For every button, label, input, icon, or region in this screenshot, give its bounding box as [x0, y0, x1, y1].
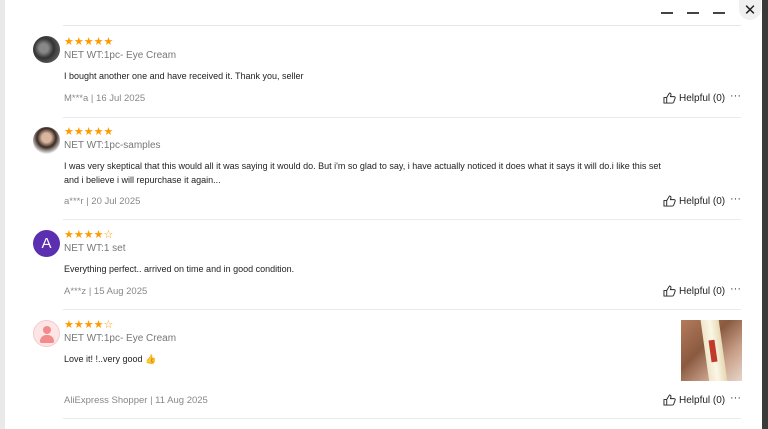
default-avatar-icon: [43, 326, 51, 334]
close-button[interactable]: ✕: [739, 0, 761, 20]
helpful-button[interactable]: Helpful (0): [663, 195, 725, 207]
divider: [63, 418, 741, 419]
backdrop-overlay: [762, 0, 768, 429]
avatar: [33, 127, 60, 154]
partial-icon: [661, 6, 673, 14]
more-options-button[interactable]: ···: [730, 283, 741, 295]
review-text: Everything perfect.. arrived on time and…: [64, 264, 295, 274]
helpful-label: Helpful (0): [679, 92, 726, 104]
star-rating: ★★★★☆: [64, 320, 113, 331]
thumbs-up-icon: [663, 195, 676, 207]
review-text: Love it! !..very good 👍: [64, 354, 157, 364]
partial-icon: [687, 6, 699, 14]
review-meta: AliExpress Shopper | 11 Aug 2025: [64, 395, 208, 406]
review-text: I was very skeptical that this would all…: [64, 161, 661, 185]
review-meta: A***z | 15 Aug 2025: [64, 286, 148, 297]
divider: [63, 309, 741, 310]
thumbs-up-icon: [663, 394, 676, 406]
stars-empty: ☆: [103, 319, 114, 331]
star-rating: ★★★★☆: [64, 230, 113, 241]
default-avatar-icon: [40, 335, 54, 343]
thumbs-up-icon: [663, 285, 676, 297]
avatar: A: [33, 230, 60, 257]
more-options-button[interactable]: ···: [730, 392, 741, 404]
product-variant: NET WT:1pc- Eye Cream: [64, 333, 177, 344]
review-photo[interactable]: [681, 320, 742, 381]
top-partial-actions: [661, 4, 725, 16]
helpful-button[interactable]: Helpful (0): [663, 285, 725, 297]
helpful-label: Helpful (0): [679, 195, 726, 207]
stars-filled: ★★★★: [64, 229, 104, 241]
thumbs-up-icon: [663, 92, 676, 104]
more-options-button[interactable]: ···: [730, 90, 741, 102]
product-variant: NET WT:1pc-samples: [64, 140, 161, 151]
helpful-button[interactable]: Helpful (0): [663, 92, 725, 104]
more-options-button[interactable]: ···: [730, 193, 741, 205]
avatar: [33, 320, 60, 347]
star-rating: ★★★★★: [64, 126, 114, 138]
helpful-label: Helpful (0): [679, 394, 726, 406]
star-rating: ★★★★★: [64, 36, 114, 48]
divider: [63, 219, 741, 220]
helpful-button[interactable]: Helpful (0): [663, 394, 725, 406]
divider: [63, 25, 741, 26]
stars-filled: ★★★★: [64, 319, 104, 331]
product-variant: NET WT:1pc- Eye Cream: [64, 50, 177, 61]
product-variant: NET WT:1 set: [64, 243, 126, 254]
reviews-modal: ✕ ★★★★★ NET WT:1pc- Eye Cream I bought a…: [5, 0, 762, 429]
partial-icon: [713, 6, 725, 14]
review-meta: M***a | 16 Jul 2025: [64, 93, 146, 104]
helpful-label: Helpful (0): [679, 285, 726, 297]
review-meta: a***r | 20 Jul 2025: [64, 196, 141, 207]
avatar: [33, 36, 60, 63]
stars-empty: ☆: [103, 229, 114, 241]
close-icon: ✕: [743, 2, 757, 19]
divider: [63, 117, 741, 118]
review-text: I bought another one and have received i…: [64, 71, 304, 81]
